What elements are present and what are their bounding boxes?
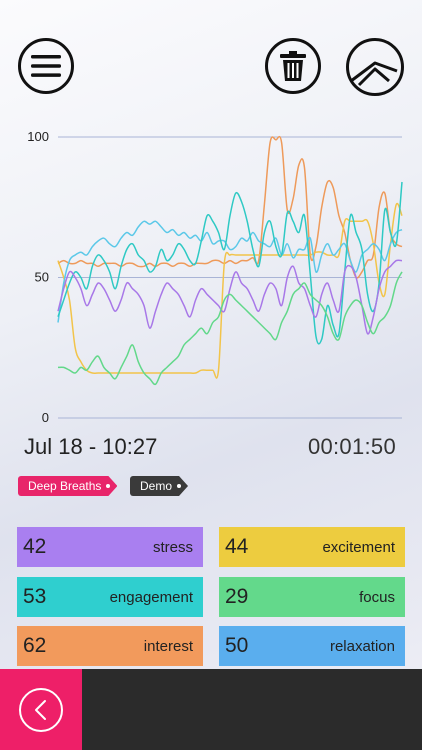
metric-value: 42	[23, 535, 47, 558]
metric-label: focus	[359, 588, 395, 606]
line-chart-icon	[350, 61, 398, 87]
tag-label: Demo	[140, 479, 173, 493]
metric-value: 62	[23, 634, 47, 657]
tag-dot-icon	[106, 484, 110, 488]
tag-dot-icon	[177, 484, 181, 488]
metric-relaxation[interactable]: 50 relaxation	[219, 626, 405, 666]
metric-engagement[interactable]: 53 engagement	[17, 577, 203, 617]
menu-button[interactable]	[18, 38, 74, 94]
y-tick-label: 50	[35, 270, 49, 285]
chart-type-button[interactable]	[346, 38, 404, 96]
hamburger-menu-icon	[31, 55, 61, 77]
metric-focus[interactable]: 29 focus	[219, 577, 405, 617]
tag-label: Deep Breaths	[28, 479, 102, 493]
metric-value: 44	[225, 535, 249, 558]
metric-label: relaxation	[329, 637, 395, 655]
back-button[interactable]	[19, 687, 63, 732]
metric-value: 29	[225, 585, 249, 608]
session-duration: 00:01:50	[307, 434, 396, 459]
chevron-left-icon	[35, 699, 46, 720]
chart-lines	[57, 135, 403, 386]
metric-label: engagement	[109, 588, 193, 606]
metric-value: 50	[225, 634, 249, 657]
metric-label: excitement	[322, 538, 395, 556]
trash-icon	[280, 51, 306, 81]
metric-stress[interactable]: 42 stress	[17, 527, 203, 567]
metric-interest[interactable]: 62 interest	[17, 626, 203, 666]
emotion-line-chart: 100 50 0	[27, 129, 403, 425]
y-tick-label: 0	[42, 410, 49, 425]
y-tick-label: 100	[27, 129, 49, 144]
series-line-0	[57, 135, 403, 279]
chart-grid: 100 50 0	[27, 129, 402, 425]
tag-demo[interactable]: Demo	[130, 476, 188, 496]
tag-deep-breaths[interactable]: Deep Breaths	[18, 476, 117, 496]
metric-label: stress	[152, 538, 193, 556]
back-button-area[interactable]	[0, 669, 82, 750]
metric-label: interest	[143, 637, 193, 655]
metric-excitement[interactable]: 44 excitement	[219, 527, 405, 567]
metric-value: 53	[23, 585, 47, 608]
delete-button[interactable]	[265, 38, 321, 94]
session-date: Jul 18 - 10:27	[24, 434, 158, 459]
